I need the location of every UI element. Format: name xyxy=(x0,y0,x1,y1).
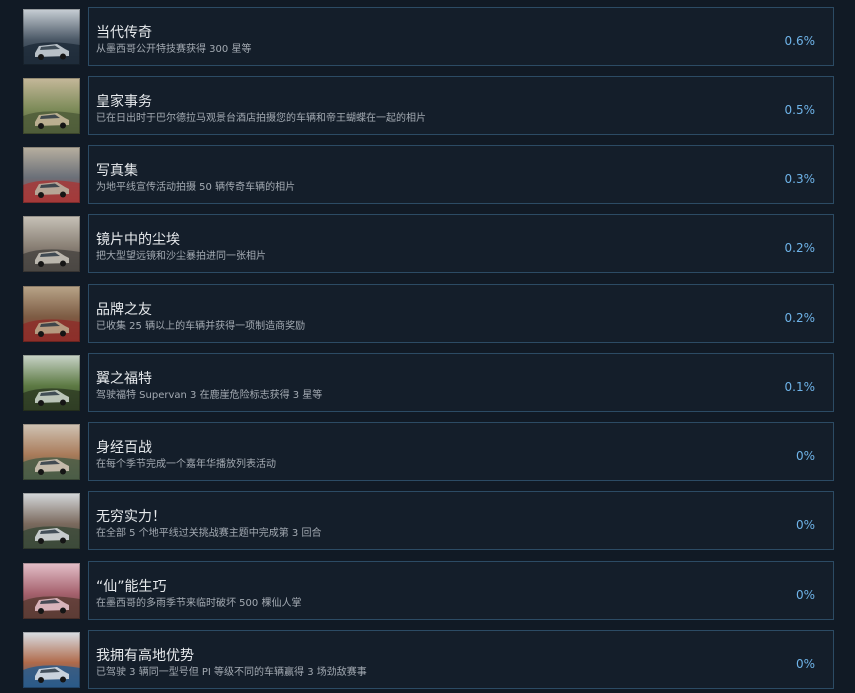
car-collection-photo-graphic xyxy=(23,286,80,342)
modern-building-photo-graphic xyxy=(23,9,80,65)
achievement-unlock-percent: 0.6% xyxy=(784,34,816,48)
achievement-unlock-percent: 0.1% xyxy=(784,380,816,394)
thumb-wheel xyxy=(60,468,66,475)
achievement-row[interactable]: 写真集 为地平线宣传活动拍摄 50 辆传奇车辆的相片 0.3% xyxy=(23,145,835,204)
achievement-title: 镜片中的尘埃 xyxy=(96,232,180,248)
offroad-jump-photo-graphic xyxy=(23,493,80,549)
achievement-title: 我拥有高地优势 xyxy=(96,648,194,664)
achievement-unlock-percent: 0.5% xyxy=(784,103,816,117)
achievement-unlock-percent: 0.2% xyxy=(784,241,816,255)
achievement-title: 身经百战 xyxy=(96,440,152,456)
achievement-description: 为地平线宣传活动拍摄 50 辆传奇车辆的相片 xyxy=(96,182,296,193)
thumb-wheel xyxy=(38,677,44,683)
achievement-row[interactable]: “仙”能生巧 在墨西哥的多雨季节来临时破坏 500 棵仙人掌 0% xyxy=(23,561,835,620)
achievement-description: 把大型望远镜和沙尘暴拍进同一张相片 xyxy=(96,251,266,262)
car-collection-photo-icon xyxy=(23,286,80,342)
achievement-unlock-percent: 0% xyxy=(795,588,815,602)
thumb-wheel xyxy=(38,123,44,129)
thumb-wheel xyxy=(60,260,66,267)
achievement-card[interactable]: 皇家事务 已在日出时于巴尔德拉马观景台酒店拍摄您的车辆和帝王蝴蝶在一起的相片 0… xyxy=(88,76,834,135)
achievement-title: 品牌之友 xyxy=(96,302,152,318)
festival-car-photo-graphic xyxy=(23,424,80,480)
supercar-race-photo-icon xyxy=(23,632,80,688)
achievement-description: 在全部 5 个地平线过关挑战赛主题中完成第 3 回合 xyxy=(96,528,322,539)
jumping-van-photo-icon xyxy=(23,355,80,411)
hotel-view-photo-icon xyxy=(23,78,80,134)
thumb-wheel xyxy=(38,54,44,60)
achievement-card[interactable]: 我拥有高地优势 已驾驶 3 辆同一型号但 PI 等级不同的车辆赢得 3 场劲敌赛… xyxy=(88,630,834,689)
festival-car-photo-icon xyxy=(23,424,80,480)
achievement-title: “仙”能生巧 xyxy=(96,579,167,595)
achievement-title: 写真集 xyxy=(96,163,138,179)
achievement-description: 在墨西哥的多雨季节来临时破坏 500 棵仙人掌 xyxy=(96,598,302,609)
car-lineup-photo-icon xyxy=(23,147,80,203)
achievement-card[interactable]: 当代传奇 从墨西哥公开特技赛获得 300 星等 0.6% xyxy=(88,7,834,66)
thumb-wheel xyxy=(60,607,66,614)
dust-storm-car-photo-graphic xyxy=(23,216,80,272)
achievement-row[interactable]: 镜片中的尘埃 把大型望远镜和沙尘暴拍进同一张相片 0.2% xyxy=(23,214,835,273)
achievement-title: 无穷实力！ xyxy=(96,509,166,525)
thumb-wheel xyxy=(60,191,66,198)
achievement-unlock-percent: 0% xyxy=(795,657,815,671)
thumb-wheel xyxy=(38,608,44,614)
achievement-description: 已驾驶 3 辆同一型号但 PI 等级不同的车辆赢得 3 场劲敌赛事 xyxy=(96,667,367,678)
achievement-description: 驾驶福特 Supervan 3 在鹿崖危险标志获得 3 星等 xyxy=(96,390,323,401)
achievement-description: 已在日出时于巴尔德拉马观景台酒店拍摄您的车辆和帝王蝴蝶在一起的相片 xyxy=(96,113,426,124)
achievement-row[interactable]: 皇家事务 已在日出时于巴尔德拉马观景台酒店拍摄您的车辆和帝王蝴蝶在一起的相片 0… xyxy=(23,76,835,135)
thumb-wheel xyxy=(60,676,66,683)
thumb-wheel xyxy=(38,261,44,267)
achievement-card[interactable]: 写真集 为地平线宣传活动拍摄 50 辆传奇车辆的相片 0.3% xyxy=(88,145,834,204)
achievement-card[interactable]: 翼之福特 驾驶福特 Supervan 3 在鹿崖危险标志获得 3 星等 0.1% xyxy=(88,353,834,412)
achievement-card[interactable]: 品牌之友 已收集 25 辆以上的车辆并获得一项制造商奖励 0.2% xyxy=(88,284,834,343)
supercar-race-photo-graphic xyxy=(23,632,80,688)
thumb-wheel xyxy=(38,538,44,544)
thumb-wheel xyxy=(38,469,44,475)
achievement-card[interactable]: 身经百战 在每个季节完成一个嘉年华播放列表活动 0% xyxy=(88,422,834,481)
achievement-unlock-percent: 0% xyxy=(795,518,815,532)
achievement-unlock-percent: 0.3% xyxy=(784,172,816,186)
achievement-card[interactable]: 镜片中的尘埃 把大型望远镜和沙尘暴拍进同一张相片 0.2% xyxy=(88,214,834,273)
achievement-title: 皇家事务 xyxy=(96,94,152,110)
achievement-title: 当代传奇 xyxy=(96,25,152,41)
cactus-car-photo-graphic xyxy=(23,563,80,619)
thumb-wheel xyxy=(60,330,66,337)
thumb-wheel xyxy=(60,537,66,544)
achievement-unlock-percent: 0.2% xyxy=(784,311,816,325)
achievement-card[interactable]: “仙”能生巧 在墨西哥的多雨季节来临时破坏 500 棵仙人掌 0% xyxy=(88,561,834,620)
jumping-van-photo-graphic xyxy=(23,355,80,411)
achievement-row[interactable]: 身经百战 在每个季节完成一个嘉年华播放列表活动 0% xyxy=(23,422,835,481)
hotel-view-photo-graphic xyxy=(23,78,80,134)
achievement-row[interactable]: 翼之福特 驾驶福特 Supervan 3 在鹿崖危险标志获得 3 星等 0.1% xyxy=(23,353,835,412)
achievement-row[interactable]: 当代传奇 从墨西哥公开特技赛获得 300 星等 0.6% xyxy=(23,7,835,66)
achievement-row[interactable]: 我拥有高地优势 已驾驶 3 辆同一型号但 PI 等级不同的车辆赢得 3 场劲敌赛… xyxy=(23,630,835,689)
thumb-wheel xyxy=(38,192,44,198)
achievement-description: 在每个季节完成一个嘉年华播放列表活动 xyxy=(96,459,276,470)
offroad-jump-photo-icon xyxy=(23,493,80,549)
achievement-description: 已收集 25 辆以上的车辆并获得一项制造商奖励 xyxy=(96,321,306,332)
thumb-wheel xyxy=(38,331,44,337)
cactus-car-photo-icon xyxy=(23,563,80,619)
achievement-card[interactable]: 无穷实力！ 在全部 5 个地平线过关挑战赛主题中完成第 3 回合 0% xyxy=(88,491,834,550)
achievement-description: 从墨西哥公开特技赛获得 300 星等 xyxy=(96,44,252,55)
achievement-unlock-percent: 0% xyxy=(795,449,815,463)
thumb-wheel xyxy=(60,122,66,129)
thumb-wheel xyxy=(38,400,44,406)
achievement-row[interactable]: 无穷实力！ 在全部 5 个地平线过关挑战赛主题中完成第 3 回合 0% xyxy=(23,491,835,550)
achievement-title: 翼之福特 xyxy=(96,371,152,387)
achievement-row[interactable]: 品牌之友 已收集 25 辆以上的车辆并获得一项制造商奖励 0.2% xyxy=(23,284,835,343)
car-lineup-photo-graphic xyxy=(23,147,80,203)
thumb-wheel xyxy=(60,53,66,60)
dust-storm-car-photo-icon xyxy=(23,216,80,272)
thumb-wheel xyxy=(60,399,66,406)
modern-building-photo-icon xyxy=(23,9,80,65)
